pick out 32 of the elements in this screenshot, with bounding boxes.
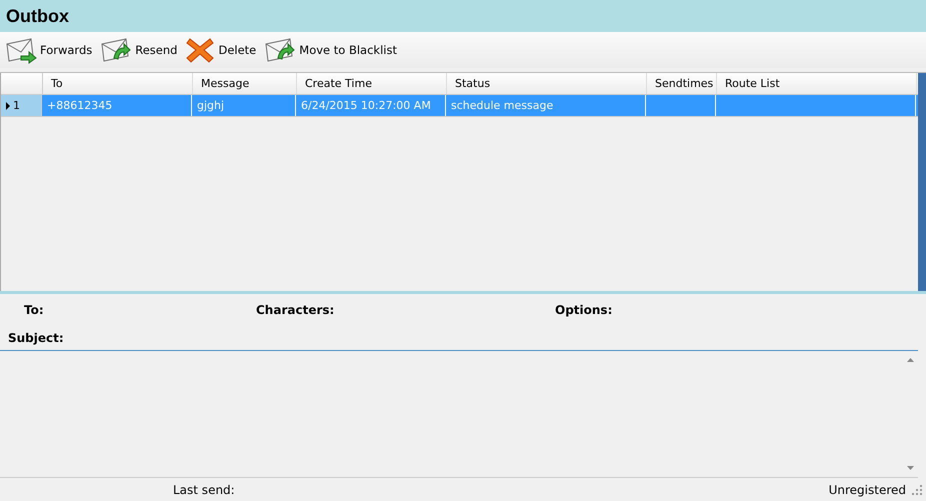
envelope-curved-arrow-icon	[264, 36, 296, 64]
scroll-up-icon	[906, 358, 914, 362]
window-title: Outbox	[6, 6, 69, 26]
message-body-field[interactable]	[0, 350, 918, 478]
resize-grip-icon	[912, 484, 922, 494]
envelope-arrow-icon	[5, 36, 37, 64]
column-header[interactable]: Message	[193, 73, 297, 94]
field-label: Subject:	[8, 331, 65, 345]
scroll-down-icon	[906, 466, 914, 470]
toolbar-button[interactable]: Delete	[182, 36, 260, 64]
status-text: Last send:	[173, 482, 235, 496]
table-cell: gjghj	[192, 95, 296, 116]
toolbar-button[interactable]: Forwards	[2, 36, 96, 64]
table-cell: +88612345	[42, 95, 192, 116]
toolbar-button[interactable]: Move to Blacklist	[261, 36, 400, 64]
column-header[interactable]: To	[43, 73, 193, 94]
column-header[interactable]: Route List	[717, 73, 917, 94]
table-cell: 6/24/2015 10:27:00 AM	[296, 95, 446, 116]
table-cell: schedule message	[446, 95, 646, 116]
field-label: Options:	[555, 303, 612, 317]
table-row[interactable]: 1 +88612345 gjghj 6/24/2015 10:27:00 AM schedule message	[1, 95, 918, 117]
row-header[interactable]: 1	[1, 95, 42, 116]
current-row-icon	[6, 102, 10, 110]
toolbar-button[interactable]: Resend	[97, 36, 180, 64]
column-header[interactable]: Create Time	[297, 73, 447, 94]
field-label: To:	[24, 303, 45, 317]
cross-icon	[185, 36, 216, 64]
status-text: Unregistered	[828, 482, 906, 496]
envelope-curved-arrow-icon	[100, 36, 132, 64]
column-header[interactable]: Status	[447, 73, 647, 94]
column-header[interactable]: Sendtimes	[647, 73, 717, 94]
field-label: Characters:	[256, 303, 336, 317]
